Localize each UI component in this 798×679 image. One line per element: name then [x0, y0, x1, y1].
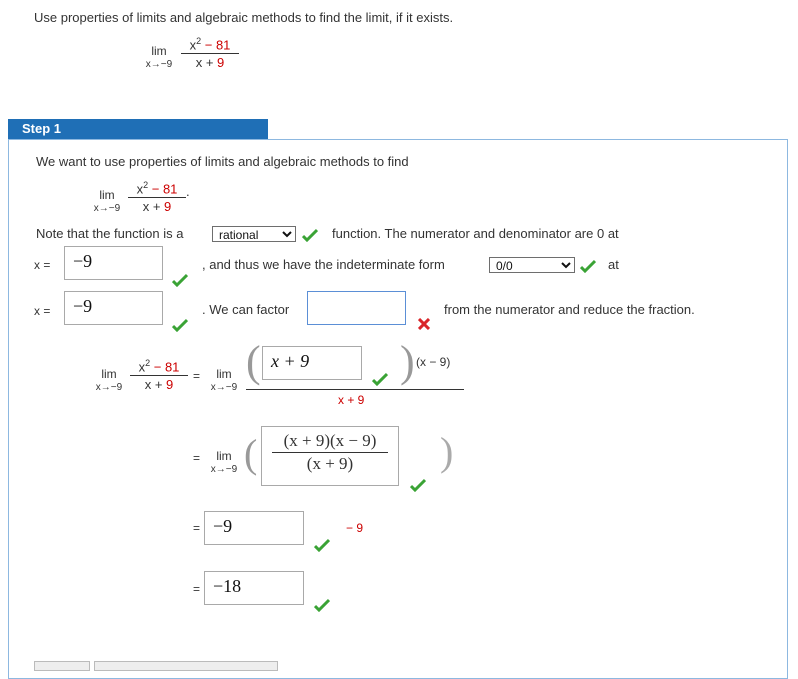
- eq2-right-paren: ): [440, 429, 454, 474]
- eq1-left-paren: (: [246, 337, 261, 386]
- submit-button[interactable]: [34, 661, 90, 671]
- num-exp: 2: [143, 180, 149, 190]
- note-after: function. The numerator and denominator …: [332, 226, 619, 241]
- num-rest: − 81: [153, 359, 180, 375]
- den-x: x +: [142, 199, 161, 215]
- eq1-limit-right: lim x→−9: [203, 368, 245, 394]
- factor-input[interactable]: [307, 291, 406, 325]
- lim-label: lim: [99, 188, 115, 202]
- eq1-limit: lim x→−9: [88, 368, 130, 394]
- lim-subscript: x→−9: [203, 463, 245, 476]
- check-icon: [302, 228, 318, 242]
- num-exp: 2: [196, 36, 202, 46]
- fraction-denominator: x + 9: [181, 53, 239, 70]
- eq1-denominator: x + 9: [338, 393, 365, 407]
- x-equals-label: x =: [34, 258, 51, 272]
- fraction-numerator: x2 − 81: [128, 180, 186, 197]
- check-icon: [580, 259, 596, 273]
- fraction-denominator: x + 9: [128, 197, 186, 214]
- lim-subscript: x→−9: [88, 381, 130, 394]
- den-const: 9: [217, 55, 225, 71]
- eq2-limit: lim x→−9: [203, 450, 245, 476]
- eq2-equals: =: [193, 451, 201, 465]
- reduced-fraction: (x + 9)(x − 9) (x + 9): [272, 431, 388, 474]
- question-fraction: x2 − 81 x + 9: [181, 36, 239, 70]
- eq1-right-paren: ): [400, 337, 415, 386]
- lim-sub-text: x→−9: [210, 464, 238, 475]
- x-minus-9-factor: (x − 9): [416, 355, 450, 369]
- fraction-numerator: x2 − 81: [181, 36, 239, 53]
- reduced-denominator: (x + 9): [272, 452, 388, 474]
- note-before: Note that the function is a: [36, 226, 184, 241]
- lim-sub-text: x→−9: [145, 59, 173, 70]
- x-minus-9-text: (x − 9): [416, 355, 451, 369]
- x-icon: [418, 318, 430, 330]
- intro-fraction: x2 − 81 x + 9: [128, 180, 186, 214]
- reduced-numerator: (x + 9)(x − 9): [283, 431, 377, 450]
- step-header: Step 1: [8, 119, 268, 139]
- eq1-fraction: x2 − 81 x + 9: [130, 358, 188, 392]
- indeterminate-select[interactable]: 0/0: [489, 257, 575, 273]
- lim-sub-text: x→−9: [95, 382, 123, 393]
- lim-label: lim: [216, 367, 232, 381]
- check-icon: [314, 598, 330, 612]
- final-answer-input[interactable]: −18: [204, 571, 304, 605]
- num-rest: − 81: [151, 181, 178, 197]
- lim-label: lim: [216, 449, 232, 463]
- lim-subscript: x→−9: [138, 58, 180, 71]
- intro-period: .: [186, 184, 190, 199]
- lim-sub-text: x→−9: [93, 203, 121, 214]
- check-icon: [372, 372, 388, 386]
- function-type-select[interactable]: rational: [212, 226, 296, 242]
- check-icon: [172, 273, 188, 287]
- eq1-equals: =: [193, 369, 201, 383]
- lim-sub-text: x→−9: [210, 382, 238, 393]
- step-panel: [8, 139, 788, 679]
- at-label: at: [608, 257, 619, 272]
- skip-button[interactable]: [94, 661, 278, 671]
- factor-answer-box[interactable]: x + 9: [262, 346, 362, 380]
- minus-nine-term: − 9: [346, 521, 364, 535]
- limit-value-1: −9: [213, 516, 233, 536]
- fraction-numerator: x2 − 81: [130, 358, 188, 375]
- eq1-fraction-bar: [246, 389, 464, 390]
- x-value-1: −9: [73, 251, 93, 271]
- lim-label: lim: [151, 44, 167, 58]
- final-answer: −18: [213, 576, 242, 596]
- den-x: x +: [195, 55, 214, 71]
- factor-answer: x + 9: [271, 351, 310, 371]
- x-value-input-2[interactable]: −9: [64, 291, 163, 325]
- x-value-2: −9: [73, 296, 93, 316]
- eq3-equals: =: [193, 521, 201, 535]
- lim-label: lim: [101, 367, 117, 381]
- eq2-left-paren: (: [244, 431, 258, 476]
- question-limit: lim x→−9: [138, 45, 180, 71]
- factor-after: from the numerator and reduce the fracti…: [444, 302, 695, 317]
- factor-text: . We can factor: [202, 302, 290, 317]
- question-prompt: Use properties of limits and algebraic m…: [34, 10, 454, 25]
- intro-limit: lim x→−9: [86, 189, 128, 215]
- x-equals-label-2: x =: [34, 304, 51, 318]
- reduced-fraction-box[interactable]: (x + 9)(x − 9) (x + 9): [261, 426, 399, 486]
- lim-subscript: x→−9: [86, 202, 128, 215]
- eq4-equals: =: [193, 582, 201, 596]
- indeterminate-text: , and thus we have the indeterminate for…: [202, 257, 445, 272]
- den-const: 9: [166, 377, 174, 393]
- check-icon: [172, 318, 188, 332]
- lim-subscript: x→−9: [203, 381, 245, 394]
- step-intro: We want to use properties of limits and …: [36, 154, 409, 169]
- den-x: x +: [144, 377, 163, 393]
- limit-value-input-1[interactable]: −9: [204, 511, 304, 545]
- check-icon: [314, 538, 330, 552]
- fraction-denominator: x + 9: [130, 375, 188, 392]
- num-rest: − 81: [204, 37, 231, 53]
- den-const: 9: [164, 199, 172, 215]
- num-exp: 2: [145, 358, 151, 368]
- x-value-input-1[interactable]: −9: [64, 246, 163, 280]
- check-icon: [410, 478, 426, 492]
